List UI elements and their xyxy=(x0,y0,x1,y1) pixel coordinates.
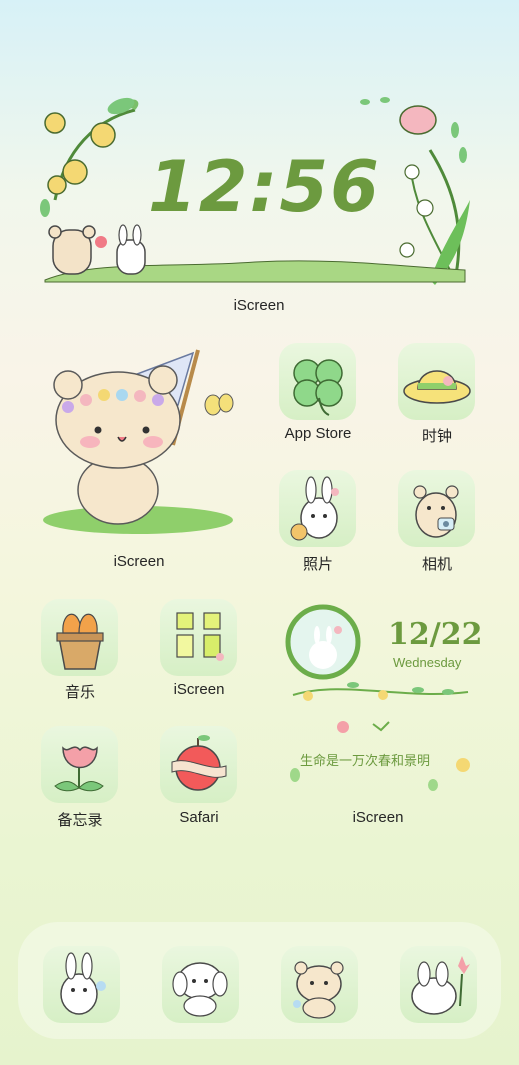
bear-with-net-illustration xyxy=(43,349,234,534)
apple-ribbon-icon xyxy=(171,735,227,791)
camera-label: 相机 xyxy=(421,556,452,573)
dock xyxy=(18,922,501,1039)
music-label: 音乐 xyxy=(64,684,95,701)
clock-label: 时钟 xyxy=(421,428,452,445)
clover-icon xyxy=(293,359,343,416)
bunny-with-bag-icon xyxy=(290,476,339,541)
clock-time: 12:56 xyxy=(148,146,381,228)
photos-label: 照片 xyxy=(302,556,333,573)
iscreen-label: iScreen xyxy=(173,681,225,698)
iscreen-blocks-icon xyxy=(176,612,224,661)
clock-tile[interactable] xyxy=(398,343,475,420)
date-widget-quote: 生命是一万次春和景明 xyxy=(300,753,431,768)
photo-widget-label: iScreen xyxy=(113,553,165,570)
camera-tile[interactable] xyxy=(398,470,475,547)
dock-app-4[interactable] xyxy=(400,946,477,1023)
puppy-icon xyxy=(172,962,228,1017)
app-store-label: App Store xyxy=(284,425,352,442)
app-store-tile[interactable] xyxy=(279,343,356,420)
tulip-icon xyxy=(54,746,104,792)
date-widget-weekday: Wednesday xyxy=(393,655,462,670)
dock-app-2[interactable] xyxy=(162,946,239,1023)
notes-label: 备忘录 xyxy=(57,812,103,829)
date-widget-label: iScreen xyxy=(352,809,404,826)
notes-tile[interactable] xyxy=(41,726,118,803)
dock-app-3[interactable] xyxy=(281,946,358,1023)
yellow-hat-icon xyxy=(403,370,471,404)
date-widget-date: 12/22 xyxy=(388,617,483,652)
bear-with-camera-icon xyxy=(413,485,459,538)
music-tile[interactable] xyxy=(41,599,118,676)
iscreen-tile[interactable] xyxy=(160,599,237,676)
dock-app-1[interactable] xyxy=(43,946,120,1023)
bunny-icon xyxy=(60,952,106,1015)
photos-tile[interactable] xyxy=(279,470,356,547)
bear-icon xyxy=(293,961,344,1019)
bread-pot-icon xyxy=(56,613,104,670)
bunny-back-icon xyxy=(411,956,470,1015)
clock-widget-label: iScreen xyxy=(233,297,285,314)
safari-tile[interactable] xyxy=(160,726,237,803)
safari-label: Safari xyxy=(179,809,219,826)
